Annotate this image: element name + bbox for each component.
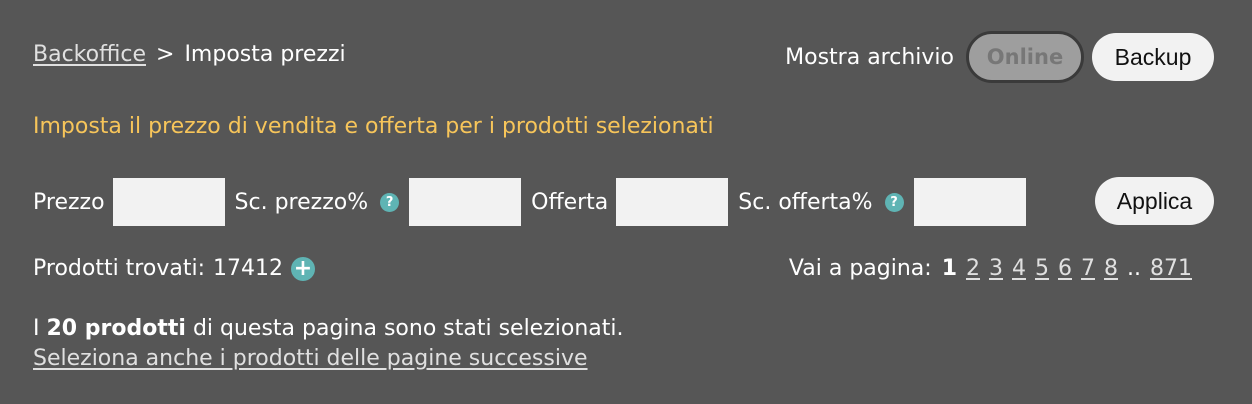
offer-discount-input[interactable] bbox=[913, 178, 1026, 226]
pagination-page-link[interactable]: 2 bbox=[966, 256, 980, 281]
plus-icon[interactable]: + bbox=[290, 256, 315, 281]
pagination-page-link[interactable]: 5 bbox=[1035, 256, 1049, 281]
pagination-page-link[interactable]: 8 bbox=[1104, 256, 1118, 281]
results-label: Prodotti trovati: bbox=[33, 256, 205, 281]
pagination-page-link[interactable]: 3 bbox=[989, 256, 1003, 281]
pagination-page-link[interactable]: 7 bbox=[1081, 256, 1095, 281]
archive-label: Mostra archivio bbox=[785, 44, 954, 70]
price-discount-input[interactable] bbox=[409, 178, 522, 226]
selection-suffix: di questa pagina sono stati selezionati. bbox=[192, 316, 624, 341]
pagination: Vai a pagina: 1 2 3 4 5 6 7 8 .. 871 bbox=[789, 256, 1192, 281]
online-toggle[interactable]: Online bbox=[966, 31, 1084, 83]
price-input[interactable] bbox=[112, 178, 225, 226]
breadcrumb-current: Imposta prezzi bbox=[184, 42, 346, 67]
help-icon[interactable]: ? bbox=[380, 192, 400, 212]
breadcrumb-separator: > bbox=[156, 42, 175, 67]
results-count-value: 17412 bbox=[212, 256, 283, 281]
offer-discount-label: Sc. offerta% bbox=[738, 189, 873, 215]
pagination-ellipsis: .. bbox=[1127, 256, 1141, 281]
backup-button[interactable]: Backup bbox=[1092, 33, 1214, 81]
price-label: Prezzo bbox=[33, 189, 105, 215]
help-icon[interactable]: ? bbox=[884, 192, 904, 212]
price-discount-label: Sc. prezzo% bbox=[234, 189, 369, 215]
pricing-form: Prezzo Sc. prezzo% ? Offerta Sc. offerta… bbox=[33, 178, 1036, 226]
header-controls: Mostra archivio Online Backup bbox=[785, 31, 1214, 83]
page-subtitle: Imposta il prezzo di vendita e offerta p… bbox=[33, 114, 714, 139]
selection-info: I 20 prodotti di questa pagina sono stat… bbox=[33, 316, 624, 341]
pagination-last-page-link[interactable]: 871 bbox=[1150, 256, 1192, 281]
offer-label: Offerta bbox=[531, 189, 609, 215]
pagination-page-link[interactable]: 6 bbox=[1058, 256, 1072, 281]
breadcrumb: Backoffice > Imposta prezzi bbox=[33, 42, 346, 67]
pagination-label: Vai a pagina: bbox=[788, 256, 932, 281]
selection-count: 20 prodotti bbox=[46, 316, 186, 341]
selection-prefix: I bbox=[33, 316, 40, 341]
pagination-page-link[interactable]: 4 bbox=[1012, 256, 1026, 281]
select-more-link[interactable]: Seleziona anche i prodotti delle pagine … bbox=[33, 346, 588, 371]
results-count: Prodotti trovati: 17412 + bbox=[33, 256, 315, 281]
breadcrumb-backoffice-link[interactable]: Backoffice bbox=[33, 42, 146, 67]
offer-input[interactable] bbox=[616, 178, 729, 226]
apply-button[interactable]: Applica bbox=[1095, 177, 1214, 225]
pagination-current-page: 1 bbox=[941, 256, 957, 281]
